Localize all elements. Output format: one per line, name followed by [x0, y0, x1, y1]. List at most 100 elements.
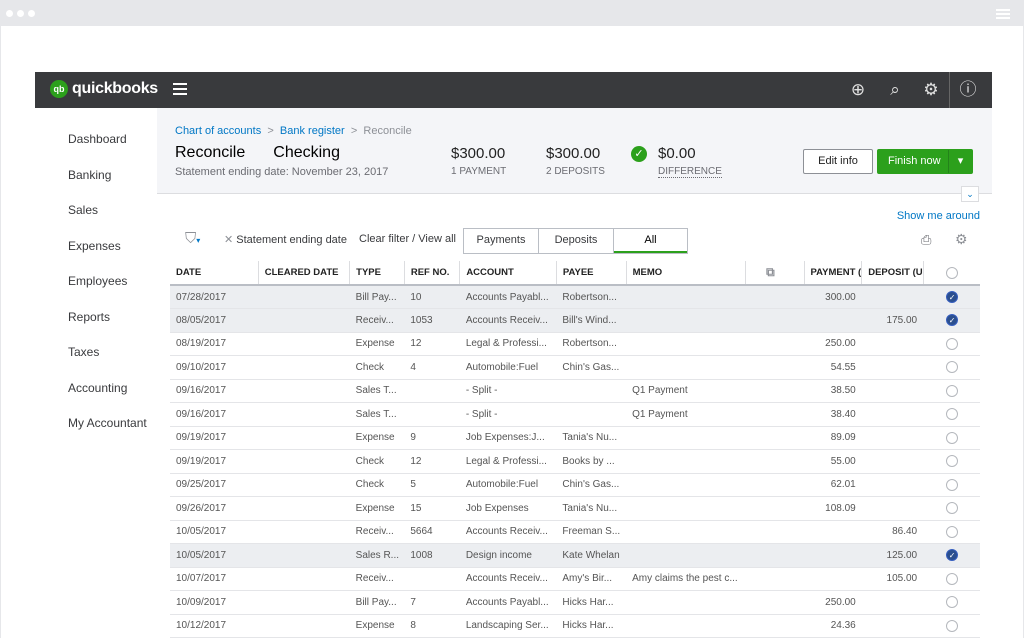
- table-row[interactable]: 10/12/2017 Expense 8 Landscaping Ser... Hick…: [170, 614, 980, 638]
- cleared-radio[interactable]: [923, 402, 980, 427]
- cleared-radio[interactable]: [923, 567, 980, 591]
- column-header[interactable]: REF NO.: [404, 261, 461, 286]
- column-header[interactable]: PAYMENT (: [804, 261, 863, 286]
- cleared-radio[interactable]: [923, 379, 980, 403]
- table-cell: 38.40: [804, 402, 862, 427]
- table-row[interactable]: 09/16/2017 Sales T... - Split - Q1 Payment 3…: [170, 402, 980, 427]
- cleared-radio[interactable]: [923, 520, 980, 544]
- cleared-radio[interactable]: ✓: [923, 285, 980, 309]
- column-header[interactable]: DEPOSIT (U: [861, 261, 924, 286]
- cleared-radio[interactable]: [923, 332, 980, 356]
- table-row[interactable]: 07/28/2017 Bill Pay... 10 Accounts Payabl..…: [170, 285, 980, 309]
- cleared-radio[interactable]: [923, 590, 980, 615]
- table-row[interactable]: 10/09/2017 Bill Pay... 7 Accounts Payabl...…: [170, 590, 980, 615]
- tab-all[interactable]: All: [614, 229, 687, 253]
- search-icon[interactable]: ⌕: [885, 80, 905, 100]
- table-cell: Robertson...: [556, 285, 627, 309]
- table-cell: 7: [404, 590, 460, 615]
- print-icon[interactable]: ⎙: [921, 232, 931, 248]
- table-row[interactable]: 09/25/2017 Check 5 Automobile:Fuel Chin's Ga…: [170, 473, 980, 497]
- tab-payments[interactable]: Payments: [464, 229, 539, 253]
- cleared-radio[interactable]: [923, 473, 980, 497]
- table-cell: [804, 520, 862, 544]
- table-cell: 12: [404, 332, 460, 356]
- cleared-radio[interactable]: ✓: [923, 308, 980, 333]
- sidebar-item-my-accountant[interactable]: My Accountant: [68, 416, 147, 430]
- table-row[interactable]: 09/19/2017 Check 12 Legal & Professi... Book…: [170, 449, 980, 474]
- sidebar-item-banking[interactable]: Banking: [68, 168, 111, 182]
- breadcrumb-chart-of-accounts[interactable]: Chart of accounts: [175, 125, 261, 137]
- dropdown-caret-icon[interactable]: ▾: [948, 150, 972, 173]
- table-cell: [258, 614, 350, 638]
- clear-filter-link[interactable]: Clear filter / View all: [359, 233, 456, 245]
- sidebar-item-expenses[interactable]: Expenses: [68, 239, 121, 253]
- table-cell: [861, 332, 924, 356]
- account-name: Checking: [273, 144, 340, 161]
- table-cell: 55.00: [804, 449, 862, 474]
- app-header: qb quickbooks ⊕ ⌕ ⚙ ⓘ: [35, 72, 992, 108]
- tab-deposits[interactable]: Deposits: [539, 229, 614, 253]
- hamburger-menu-icon[interactable]: [173, 83, 187, 98]
- table-row[interactable]: 08/05/2017 Receiv... 1053 Accounts Receiv..…: [170, 308, 980, 333]
- cleared-radio[interactable]: [923, 496, 980, 521]
- column-header[interactable]: MEMO: [626, 261, 747, 286]
- browser-menu-icon[interactable]: [996, 9, 1010, 21]
- filter-chip[interactable]: ✕ Statement ending date: [224, 233, 347, 246]
- table-cell: [556, 402, 627, 427]
- edit-info-button[interactable]: Edit info: [803, 149, 873, 174]
- table-cell: 07/28/2017: [170, 285, 259, 309]
- sidebar-item-dashboard[interactable]: Dashboard: [68, 132, 127, 146]
- cleared-radio[interactable]: [923, 426, 980, 450]
- page-title: Reconcile Checking: [175, 144, 340, 161]
- cleared-radio[interactable]: ✓: [923, 543, 980, 568]
- cleared-radio[interactable]: [923, 614, 980, 638]
- copy-columns-icon[interactable]: ⧉: [745, 261, 805, 286]
- table-cell: Q1 Payment: [626, 402, 746, 427]
- table-cell: 12: [404, 449, 460, 474]
- column-header[interactable]: PAYEE: [556, 261, 627, 286]
- filter-icon[interactable]: ⛉▾: [185, 230, 200, 247]
- collapse-chevron-icon[interactable]: ⌄: [961, 186, 979, 202]
- table-cell: Automobile:Fuel: [459, 473, 557, 497]
- table-cell: [626, 355, 746, 380]
- table-row[interactable]: 09/16/2017 Sales T... - Split - Q1 Payment 3…: [170, 379, 980, 403]
- table-row[interactable]: 09/26/2017 Expense 15 Job Expenses Tania's N…: [170, 496, 980, 521]
- cell-spacer: [745, 449, 805, 474]
- cleared-radio[interactable]: [923, 449, 980, 474]
- show-me-around-link[interactable]: Show me around: [897, 210, 980, 222]
- column-header[interactable]: ACCOUNT: [459, 261, 557, 286]
- table-cell: 24.36: [804, 614, 862, 638]
- sidebar-item-reports[interactable]: Reports: [68, 310, 110, 324]
- quickbooks-logo[interactable]: qb quickbooks: [50, 80, 158, 98]
- settings-gear-icon[interactable]: ⚙: [955, 231, 968, 248]
- table-cell: 10/09/2017: [170, 590, 259, 615]
- close-icon[interactable]: ✕: [224, 234, 233, 246]
- table-row[interactable]: 09/10/2017 Check 4 Automobile:Fuel Chin's Ga…: [170, 355, 980, 380]
- sidebar-item-sales[interactable]: Sales: [68, 203, 98, 217]
- sidebar-item-accounting[interactable]: Accounting: [68, 381, 127, 395]
- help-icon[interactable]: ⓘ: [958, 80, 978, 100]
- finish-now-button[interactable]: Finish now ▾: [877, 149, 973, 174]
- table-cell: Expense: [349, 426, 405, 450]
- table-row[interactable]: 10/05/2017 Receiv... 5664 Accounts Receiv..…: [170, 520, 980, 544]
- sidebar-item-employees[interactable]: Employees: [68, 274, 127, 288]
- cleared-radio[interactable]: [923, 355, 980, 380]
- table-cell: Landscaping Ser...: [459, 614, 557, 638]
- breadcrumb-bank-register[interactable]: Bank register: [280, 125, 345, 137]
- column-header[interactable]: CLEARED DATE: [258, 261, 351, 286]
- select-all-radio[interactable]: [923, 261, 980, 286]
- plus-icon[interactable]: ⊕: [848, 80, 868, 100]
- table-cell: [258, 543, 350, 568]
- table-cell: [258, 567, 350, 591]
- sidebar-item-taxes[interactable]: Taxes: [68, 345, 99, 359]
- table-row[interactable]: 09/19/2017 Expense 9 Job Expenses:J... Tania…: [170, 426, 980, 450]
- table-cell: [626, 496, 746, 521]
- table-row[interactable]: 10/07/2017 Receiv... Accounts Receiv... Amy…: [170, 567, 980, 591]
- table-cell: [404, 379, 460, 403]
- column-header[interactable]: TYPE: [349, 261, 405, 286]
- column-header[interactable]: DATE: [170, 261, 259, 286]
- table-row[interactable]: 08/19/2017 Expense 12 Legal & Professi... Ro…: [170, 332, 980, 356]
- table-row[interactable]: 10/05/2017 Sales R... 1008 Design income Kat…: [170, 543, 980, 568]
- gear-icon[interactable]: ⚙: [921, 80, 941, 100]
- table-cell: [626, 614, 746, 638]
